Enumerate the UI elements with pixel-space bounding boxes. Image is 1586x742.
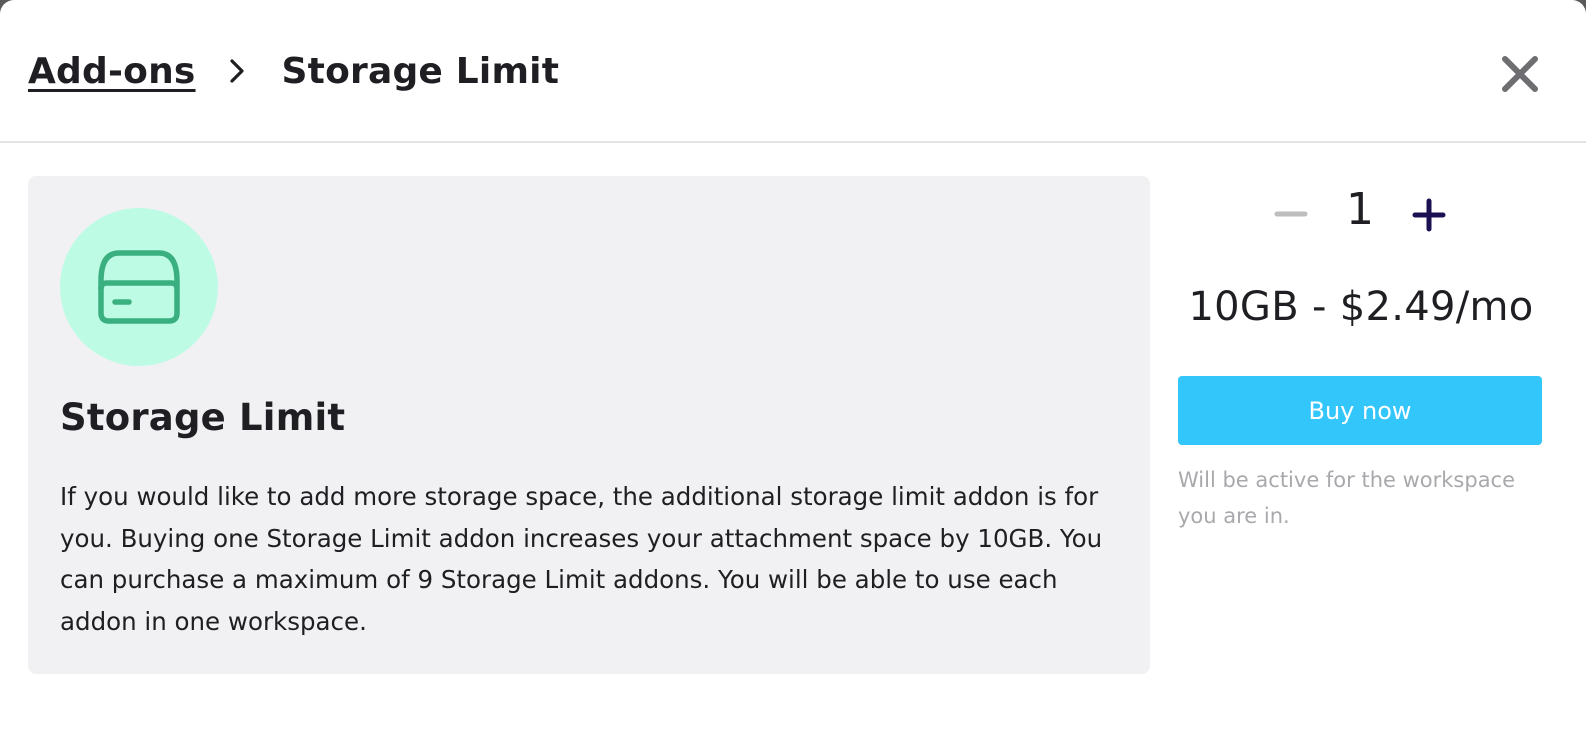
modal-header: Add-ons Storage Limit bbox=[0, 0, 1586, 143]
close-icon bbox=[1502, 56, 1538, 92]
decrement-button[interactable] bbox=[1270, 196, 1312, 232]
breadcrumb-addons-link[interactable]: Add-ons bbox=[28, 51, 196, 92]
addon-icon-badge bbox=[60, 208, 218, 366]
breadcrumb-current: Storage Limit bbox=[281, 50, 560, 92]
addon-modal: Add-ons Storage Limit Storage Limit If y… bbox=[0, 0, 1586, 742]
quantity-value: 1 bbox=[1346, 184, 1374, 235]
breadcrumb: Add-ons Storage Limit bbox=[28, 48, 559, 94]
addon-description: If you would like to add more storage sp… bbox=[60, 482, 1103, 637]
close-button[interactable] bbox=[1496, 50, 1544, 98]
buy-now-button[interactable]: Buy now bbox=[1178, 376, 1542, 445]
minus-icon bbox=[1274, 211, 1308, 217]
chevron-right-icon bbox=[220, 54, 254, 88]
price-label: 10GB - $2.49/mo bbox=[1188, 284, 1534, 330]
workspace-note: Will be active for the workspace you are… bbox=[1178, 468, 1516, 528]
increment-button[interactable] bbox=[1408, 194, 1450, 236]
plus-icon bbox=[1412, 198, 1446, 232]
quantity-stepper: 1 bbox=[1178, 176, 1544, 252]
addon-description-card: Storage Limit If you would like to add m… bbox=[28, 176, 1150, 674]
storage-drive-icon bbox=[98, 250, 180, 324]
addon-title: Storage Limit bbox=[60, 396, 346, 439]
